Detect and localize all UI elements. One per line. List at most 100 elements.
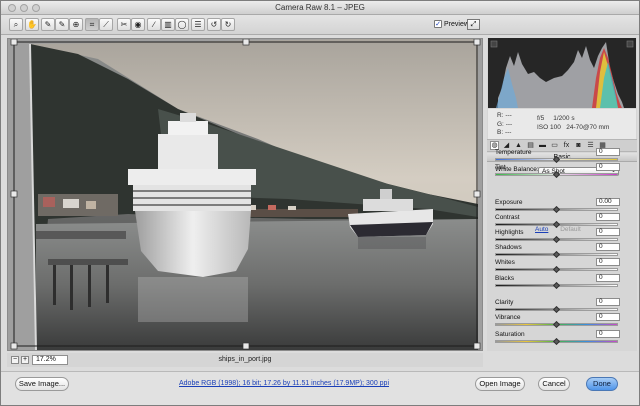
save-image-button[interactable]: Save Image... [15, 377, 69, 391]
adjustment-brush-tool[interactable]: ∕ [147, 18, 161, 31]
temperature-value-field[interactable]: 0 [596, 148, 620, 156]
aperture-value: f/5 [537, 115, 545, 122]
targeted-adjustment-tool[interactable]: ⊕ [69, 18, 83, 31]
g-label: G: [497, 120, 504, 128]
b-value: --- [504, 129, 512, 136]
split-toning-icon[interactable]: ▬ [538, 141, 547, 150]
auto-default-links: Auto Default [535, 226, 581, 233]
bottom-bar: Save Image... Adobe RGB (1998); 16 bit; … [1, 371, 639, 405]
contrast-label: Contrast [495, 214, 520, 221]
preview-toggle[interactable]: ✓ Preview [434, 20, 469, 28]
blacks-value-field[interactable]: 0 [596, 274, 620, 282]
toolbar: ⌕ ✋ ✎ ✎ ⊕ ⌗ ⟋ ✂ ◉ ∕ ▥ ◯ ☰ ↺ ↻ ✓ Preview ⤢ [1, 15, 639, 35]
fx-icon[interactable]: fx [562, 141, 571, 150]
workflow-options-link[interactable]: Adobe RGB (1998); 16 bit; 17.26 by 11.51… [179, 380, 389, 387]
vibrance-slider-thumb[interactable] [552, 320, 560, 329]
preview-label: Preview [444, 20, 469, 28]
shadows-slider-thumb[interactable] [552, 250, 560, 259]
lens-icon[interactable]: ▭ [550, 141, 559, 150]
graduated-filter-tool[interactable]: ▥ [161, 18, 175, 31]
rotate-right-icon: ↻ [224, 19, 232, 29]
highlights-value-field[interactable]: 0 [596, 228, 620, 236]
whites-slider-thumb[interactable] [552, 265, 560, 274]
presets-icon[interactable]: ☰ [586, 141, 595, 150]
magnifier-icon: ⌕ [13, 19, 19, 29]
camera-raw-window: Camera Raw 8.1 – JPEG ⌕ ✋ ✎ ✎ ⊕ ⌗ ⟋ ✂ ◉ ∕ ▥ ◯ ☰ ↺ ↻ ✓ … [0, 0, 640, 406]
radial-filter-tool[interactable]: ◯ [175, 18, 189, 31]
preferences-tool[interactable]: ☰ [191, 18, 205, 31]
rotate-right-tool[interactable]: ↻ [221, 18, 235, 31]
blacks-label: Blacks [495, 275, 515, 282]
red-eye-tool[interactable]: ◉ [131, 18, 145, 31]
saturation-value-field[interactable]: 0 [596, 330, 620, 338]
shadow-clipping-icon [490, 40, 498, 48]
clarity-label: Clarity [495, 299, 514, 306]
zoom-tool[interactable]: ⌕ [9, 18, 23, 31]
highlights-slider-thumb[interactable] [552, 235, 560, 244]
iso-value: ISO 100 [537, 124, 561, 131]
exposure-label: Exposure [495, 199, 523, 206]
hand-icon: ✋ [27, 19, 37, 29]
contrast-value-field[interactable]: 0 [596, 213, 620, 221]
window-title: Camera Raw 8.1 – JPEG [275, 3, 365, 12]
target-icon: ⊕ [72, 19, 80, 29]
straighten-tool[interactable]: ⟋ [99, 18, 113, 31]
whites-value-field[interactable]: 0 [596, 258, 620, 266]
straighten-icon: ⟋ [103, 19, 109, 29]
preview-checkbox[interactable]: ✓ [434, 20, 442, 28]
tint-value-field[interactable]: 0 [596, 163, 620, 171]
shutter-value: 1/200 s [553, 115, 575, 122]
exposure-value-field[interactable]: 0.00 [596, 198, 620, 206]
camera-info: R: --- G: --- B: --- f/5 1/200 s ISO 100… [488, 109, 636, 139]
histogram [488, 38, 636, 108]
r-label: R: [497, 112, 504, 119]
spot-removal-tool[interactable]: ✂ [117, 18, 131, 31]
auto-link[interactable]: Auto [535, 226, 548, 233]
temperature-label: Temperature [495, 149, 532, 156]
open-image-button[interactable]: Open Image [475, 377, 525, 391]
blacks-slider-thumb[interactable] [552, 281, 560, 290]
color-sampler-icon: ✎ [58, 19, 66, 29]
white-balance-tool[interactable]: ✎ [41, 18, 55, 31]
vibrance-label: Vibrance [495, 314, 521, 321]
brush-icon: ∕ [153, 19, 155, 29]
graduated-filter-icon: ▥ [164, 19, 172, 29]
tint-label: Tint [495, 164, 506, 171]
clarity-value-field[interactable]: 0 [596, 298, 620, 306]
crop-icon: ⌗ [89, 19, 95, 29]
tint-slider-thumb[interactable] [552, 170, 560, 179]
saturation-slider-thumb[interactable] [552, 337, 560, 346]
crop-tool[interactable]: ⌗ [85, 18, 99, 31]
highlight-clipping-icon [626, 40, 634, 48]
vibrance-value-field[interactable]: 0 [596, 313, 620, 321]
shadows-label: Shadows [495, 244, 522, 251]
filename-label: ships_in_port.jpg [218, 356, 272, 363]
highlights-label: Highlights [495, 229, 524, 236]
adjustments-panel: R: --- G: --- B: --- f/5 1/200 s ISO 100… [487, 38, 637, 351]
color-sampler-tool[interactable]: ✎ [55, 18, 69, 31]
radial-filter-icon: ◯ [177, 19, 187, 29]
spot-removal-icon: ✂ [120, 19, 128, 29]
exposure-slider-thumb[interactable] [552, 205, 560, 214]
lens-value: 24-70@70 mm [566, 124, 610, 131]
g-value: --- [505, 120, 513, 128]
title-bar: Camera Raw 8.1 – JPEG [1, 1, 639, 15]
shadows-value-field[interactable]: 0 [596, 243, 620, 251]
saturation-label: Saturation [495, 331, 525, 338]
hand-tool[interactable]: ✋ [25, 18, 39, 31]
rotate-left-icon: ↺ [210, 19, 218, 29]
done-button[interactable]: Done [586, 377, 618, 391]
r-value: --- [505, 112, 512, 119]
fullscreen-toggle-icon[interactable]: ⤢ [467, 19, 480, 30]
rotate-left-tool[interactable]: ↺ [207, 18, 221, 31]
camera-calibration-icon[interactable]: ◙ [574, 141, 583, 150]
red-eye-icon: ◉ [134, 19, 142, 29]
list-icon: ☰ [194, 19, 202, 29]
clarity-slider-thumb[interactable] [552, 305, 560, 314]
cancel-button[interactable]: Cancel [538, 377, 570, 391]
image-preview[interactable] [7, 38, 483, 351]
b-label: B: [497, 129, 504, 136]
default-link[interactable]: Default [560, 226, 581, 233]
preview-status-bar: − + 17.2% ships_in_port.jpg [7, 353, 483, 367]
photo-ships-in-port [8, 39, 482, 350]
